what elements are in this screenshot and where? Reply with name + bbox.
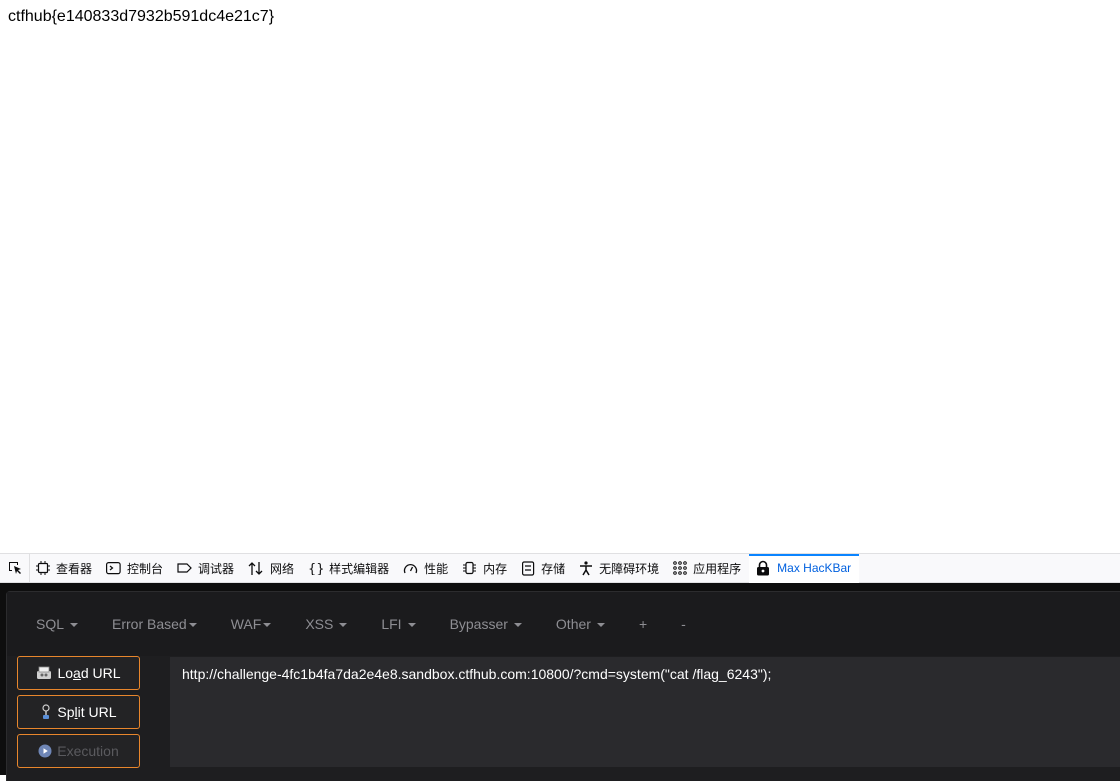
hackbar-lock-icon xyxy=(757,560,770,576)
tab-label: 存储 xyxy=(541,561,566,576)
split-url-icon xyxy=(42,704,51,719)
menu-other[interactable]: Other xyxy=(539,616,622,632)
tab-label: 无障碍环境 xyxy=(599,561,660,576)
devtools-toolbar: 查看器 控制台 调试器 网络 {} 样式编辑器 性能 内存 存储 无障碍环境 应… xyxy=(0,553,1120,583)
menu-waf[interactable]: WAF xyxy=(214,616,289,632)
remove-button[interactable]: - xyxy=(664,616,703,632)
storage-icon xyxy=(522,560,535,576)
tab-label: 查看器 xyxy=(56,561,93,576)
hackbar-panel: SQL Error Based WAF XSS LFI Bypasser Oth… xyxy=(0,583,1120,781)
tab-label: 内存 xyxy=(483,561,508,576)
tab-label: 控制台 xyxy=(127,561,164,576)
tab-label: 应用程序 xyxy=(693,561,742,576)
chevron-down-icon xyxy=(263,623,272,627)
tab-memory[interactable]: 内存 xyxy=(456,554,515,582)
menu-sql[interactable]: SQL xyxy=(19,616,95,632)
load-url-label: Load URL xyxy=(57,665,121,681)
menu-label: SQL xyxy=(36,616,65,632)
menu-xss[interactable]: XSS xyxy=(288,616,364,632)
menu-label: XSS xyxy=(305,616,334,632)
element-picker-icon xyxy=(8,562,21,574)
tab-console[interactable]: 控制台 xyxy=(100,554,171,582)
tab-label: 调试器 xyxy=(198,561,235,576)
tab-label: 网络 xyxy=(270,561,295,576)
flag-text: ctfhub{e140833d7932b591dc4e21c7} xyxy=(8,8,275,25)
tab-inspector[interactable]: 查看器 xyxy=(30,554,100,582)
menu-bypasser[interactable]: Bypasser xyxy=(433,616,539,632)
tab-max-hackbar[interactable]: Max HacKBar xyxy=(749,553,860,583)
split-url-label: Split URL xyxy=(57,704,117,720)
chevron-down-icon xyxy=(407,623,416,627)
menu-label: Other xyxy=(555,616,591,632)
play-icon xyxy=(38,744,52,758)
hackbar-menu-bar: SQL Error Based WAF XSS LFI Bypasser Oth… xyxy=(7,592,1120,656)
tab-performance[interactable]: 性能 xyxy=(397,554,456,582)
console-icon xyxy=(106,562,121,575)
style-editor-icon: {} xyxy=(308,562,323,575)
chevron-down-icon xyxy=(596,623,605,627)
tab-application[interactable]: 应用程序 xyxy=(667,554,749,582)
load-url-button[interactable]: Load URL xyxy=(17,656,140,690)
tab-storage[interactable]: 存储 xyxy=(515,554,573,582)
tab-accessibility[interactable]: 无障碍环境 xyxy=(573,554,667,582)
hackbar-container: SQL Error Based WAF XSS LFI Bypasser Oth… xyxy=(6,591,1120,781)
debugger-icon xyxy=(177,563,192,573)
chevron-down-icon xyxy=(513,623,522,627)
chevron-down-icon xyxy=(188,623,197,627)
performance-icon xyxy=(403,563,418,574)
tab-label: Max HacKBar xyxy=(777,561,852,575)
menu-label: Error Based xyxy=(112,616,187,632)
menu-error-based[interactable]: Error Based xyxy=(95,616,214,632)
load-url-icon xyxy=(37,666,52,679)
url-textarea[interactable]: http://challenge-4fc1b4fa7da2e4e8.sandbo… xyxy=(170,657,1120,767)
add-button[interactable]: + xyxy=(622,616,664,632)
tab-label: 样式编辑器 xyxy=(329,561,390,576)
memory-icon xyxy=(463,561,477,575)
chevron-down-icon xyxy=(339,623,348,627)
menu-label: Bypasser xyxy=(449,616,508,632)
element-picker-button[interactable] xyxy=(0,554,30,582)
inspector-icon xyxy=(36,561,50,575)
menu-label: LFI xyxy=(381,616,402,632)
url-value: http://challenge-4fc1b4fa7da2e4e8.sandbo… xyxy=(182,666,772,682)
menu-label: - xyxy=(681,616,686,632)
execution-button[interactable]: Execution xyxy=(17,734,140,768)
tab-label: 性能 xyxy=(424,561,449,576)
accessibility-icon xyxy=(580,560,593,575)
chevron-down-icon xyxy=(70,623,79,627)
split-url-button[interactable]: Split URL xyxy=(17,695,140,729)
page-content: ctfhub{e140833d7932b591dc4e21c7} xyxy=(0,0,1120,553)
menu-lfi[interactable]: LFI xyxy=(364,616,432,632)
network-icon xyxy=(248,561,263,575)
svg-text:{}: {} xyxy=(308,562,323,575)
menu-label: WAF xyxy=(230,616,262,632)
tab-style-editor[interactable]: {} 样式编辑器 xyxy=(302,554,397,582)
tab-debugger[interactable]: 调试器 xyxy=(171,554,242,582)
execution-label: Execution xyxy=(57,743,119,759)
application-icon xyxy=(673,561,687,575)
menu-label: + xyxy=(638,616,648,632)
tab-network[interactable]: 网络 xyxy=(242,554,302,582)
